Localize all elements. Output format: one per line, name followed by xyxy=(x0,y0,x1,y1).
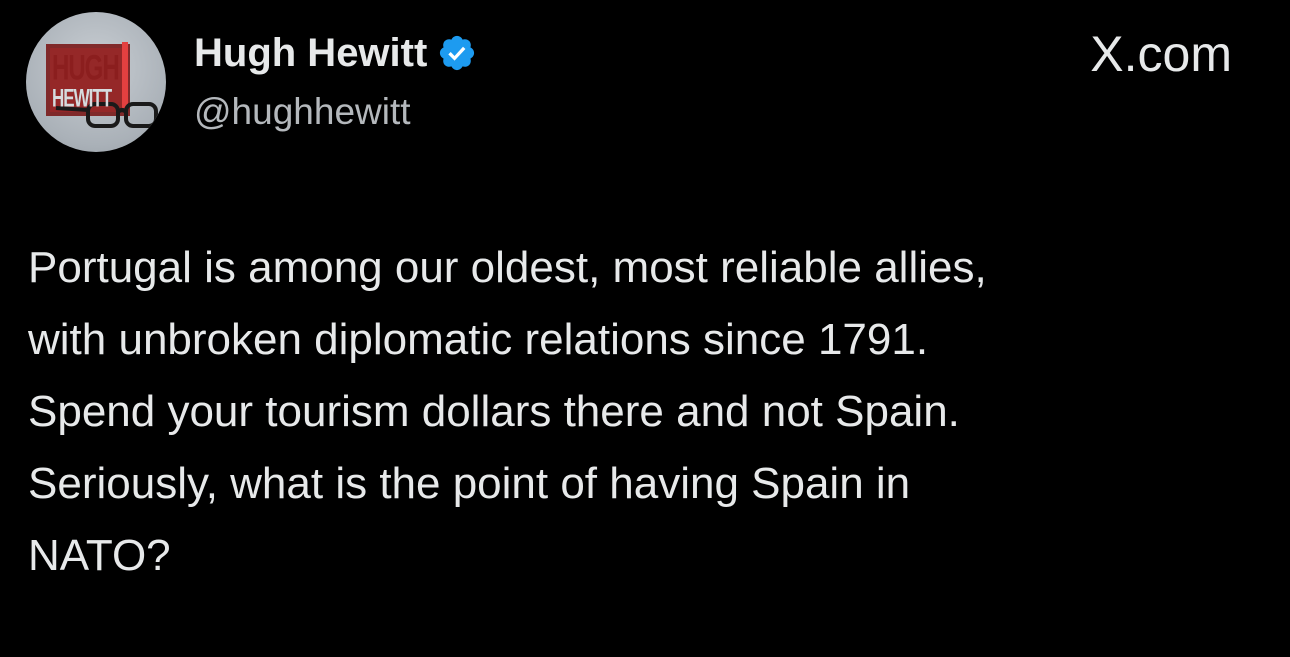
tweet-card: HUGH HEWITT Hugh Hewitt @hughhewitt X.co… xyxy=(0,0,1290,657)
author-handle[interactable]: @hughhewitt xyxy=(194,93,411,130)
brand-watermark: X.com xyxy=(1090,26,1232,82)
avatar[interactable]: HUGH HEWITT xyxy=(26,12,166,152)
author-display-name[interactable]: Hugh Hewitt xyxy=(194,33,427,73)
avatar-logo-line-1: HUGH xyxy=(52,49,120,89)
verified-badge-icon xyxy=(440,35,475,71)
avatar-logo-text: HUGH HEWITT xyxy=(46,48,120,122)
tweet-text: Portugal is among our oldest, most relia… xyxy=(28,243,987,580)
avatar-logo-line-2: HEWITT xyxy=(52,84,112,113)
author-name-row: Hugh Hewitt xyxy=(194,28,477,78)
